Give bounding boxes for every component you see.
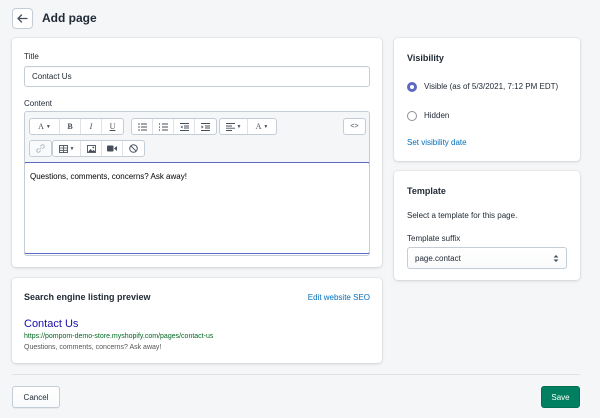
insert-group: ▼ [52,140,145,157]
footer-divider [12,374,580,375]
insert-image-button[interactable] [81,141,102,156]
page-header: Add page [12,7,97,29]
insert-video-button[interactable] [102,141,123,156]
seo-page-title: Contact Us [24,318,79,330]
visible-option[interactable]: Visible (as of 5/3/2021, 7:12 PM EDT) [407,81,572,92]
outdent-icon [179,122,189,131]
template-heading: Template [407,186,446,196]
edit-seo-link[interactable]: Edit website SEO [308,293,370,302]
align-dropdown[interactable]: ▼ [220,119,248,134]
visibility-heading: Visibility [407,53,444,63]
numbered-list-button[interactable] [153,119,174,134]
list-indent-group [131,118,217,135]
clear-formatting-button[interactable] [123,141,144,156]
html-toggle-button[interactable]: <> [344,119,365,134]
template-suffix-value: page.contact [415,253,461,263]
template-card: Template Select a template for this page… [394,171,580,280]
numbered-list-icon [158,122,168,131]
content-label: Content [24,99,53,108]
seo-preview-card: Search engine listing preview Edit websi… [12,278,382,363]
video-icon [107,145,117,152]
cancel-button[interactable]: Cancel [12,386,60,408]
link-icon [36,144,45,153]
visibility-card: Visibility Visible (as of 5/3/2021, 7:12… [394,38,580,161]
link-group [29,140,52,157]
text-color-dropdown[interactable]: A ▼ [248,119,276,134]
template-description: Select a template for this page. [407,211,518,220]
seo-url: https://pompom-demo-store.myshopify.com/… [24,333,214,340]
font-style-label: A [38,122,44,131]
seo-preview-title: Search engine listing preview [24,292,151,302]
visible-label: Visible (as of 5/3/2021, 7:12 PM EDT) [424,82,559,91]
select-arrows-icon [553,254,559,262]
text-color-label: A [255,122,262,131]
font-style-dropdown[interactable]: A ▼ [30,119,60,134]
chevron-down-icon: ▼ [45,123,51,130]
text-style-group: A ▼ B I U [29,118,124,135]
chevron-down-icon: ▼ [69,145,75,152]
page-content-card: Title Content A▼ B I U [12,38,382,267]
save-button[interactable]: Save [541,386,580,408]
hidden-option[interactable]: Hidden [407,110,572,121]
underline-button[interactable]: U [102,119,123,134]
chevron-down-icon: ▼ [263,123,269,130]
indent-button[interactable] [195,119,216,134]
title-label: Title [24,52,39,61]
chevron-down-icon: ▼ [236,123,242,130]
bulleted-list-icon [137,122,147,131]
template-suffix-select[interactable]: page.contact [407,247,567,269]
italic-button[interactable]: I [81,119,102,134]
bold-button[interactable]: B [60,119,81,134]
align-color-group: ▼ A ▼ [219,118,277,135]
template-suffix-label: Template suffix [407,234,461,243]
image-icon [86,144,96,153]
set-visibility-date-link[interactable]: Set visibility date [407,138,467,147]
table-icon [58,144,68,153]
hidden-label: Hidden [424,111,450,120]
rich-text-editor: A ▼ B I U ▼ A ▼ <> ▼ Questions, comments… [24,111,370,256]
html-group: <> [343,118,366,135]
editor-toolbar: A ▼ B I U ▼ A ▼ <> ▼ [25,112,369,163]
title-input[interactable] [24,66,370,87]
seo-description: Questions, comments, concerns? Ask away! [24,344,162,351]
insert-link-button[interactable] [30,141,51,156]
visible-radio[interactable] [407,82,417,92]
align-left-icon [225,122,235,131]
page-title: Add page [42,11,97,25]
back-button[interactable] [12,7,33,29]
indent-icon [201,122,210,131]
arrow-left-icon [17,13,28,23]
clear-formatting-icon [129,144,138,153]
editor-content-area[interactable]: Questions, comments, concerns? Ask away! [25,162,369,254]
bulleted-list-button[interactable] [132,119,153,134]
outdent-button[interactable] [174,119,195,134]
insert-table-dropdown[interactable]: ▼ [53,141,81,156]
hidden-radio[interactable] [407,111,417,121]
